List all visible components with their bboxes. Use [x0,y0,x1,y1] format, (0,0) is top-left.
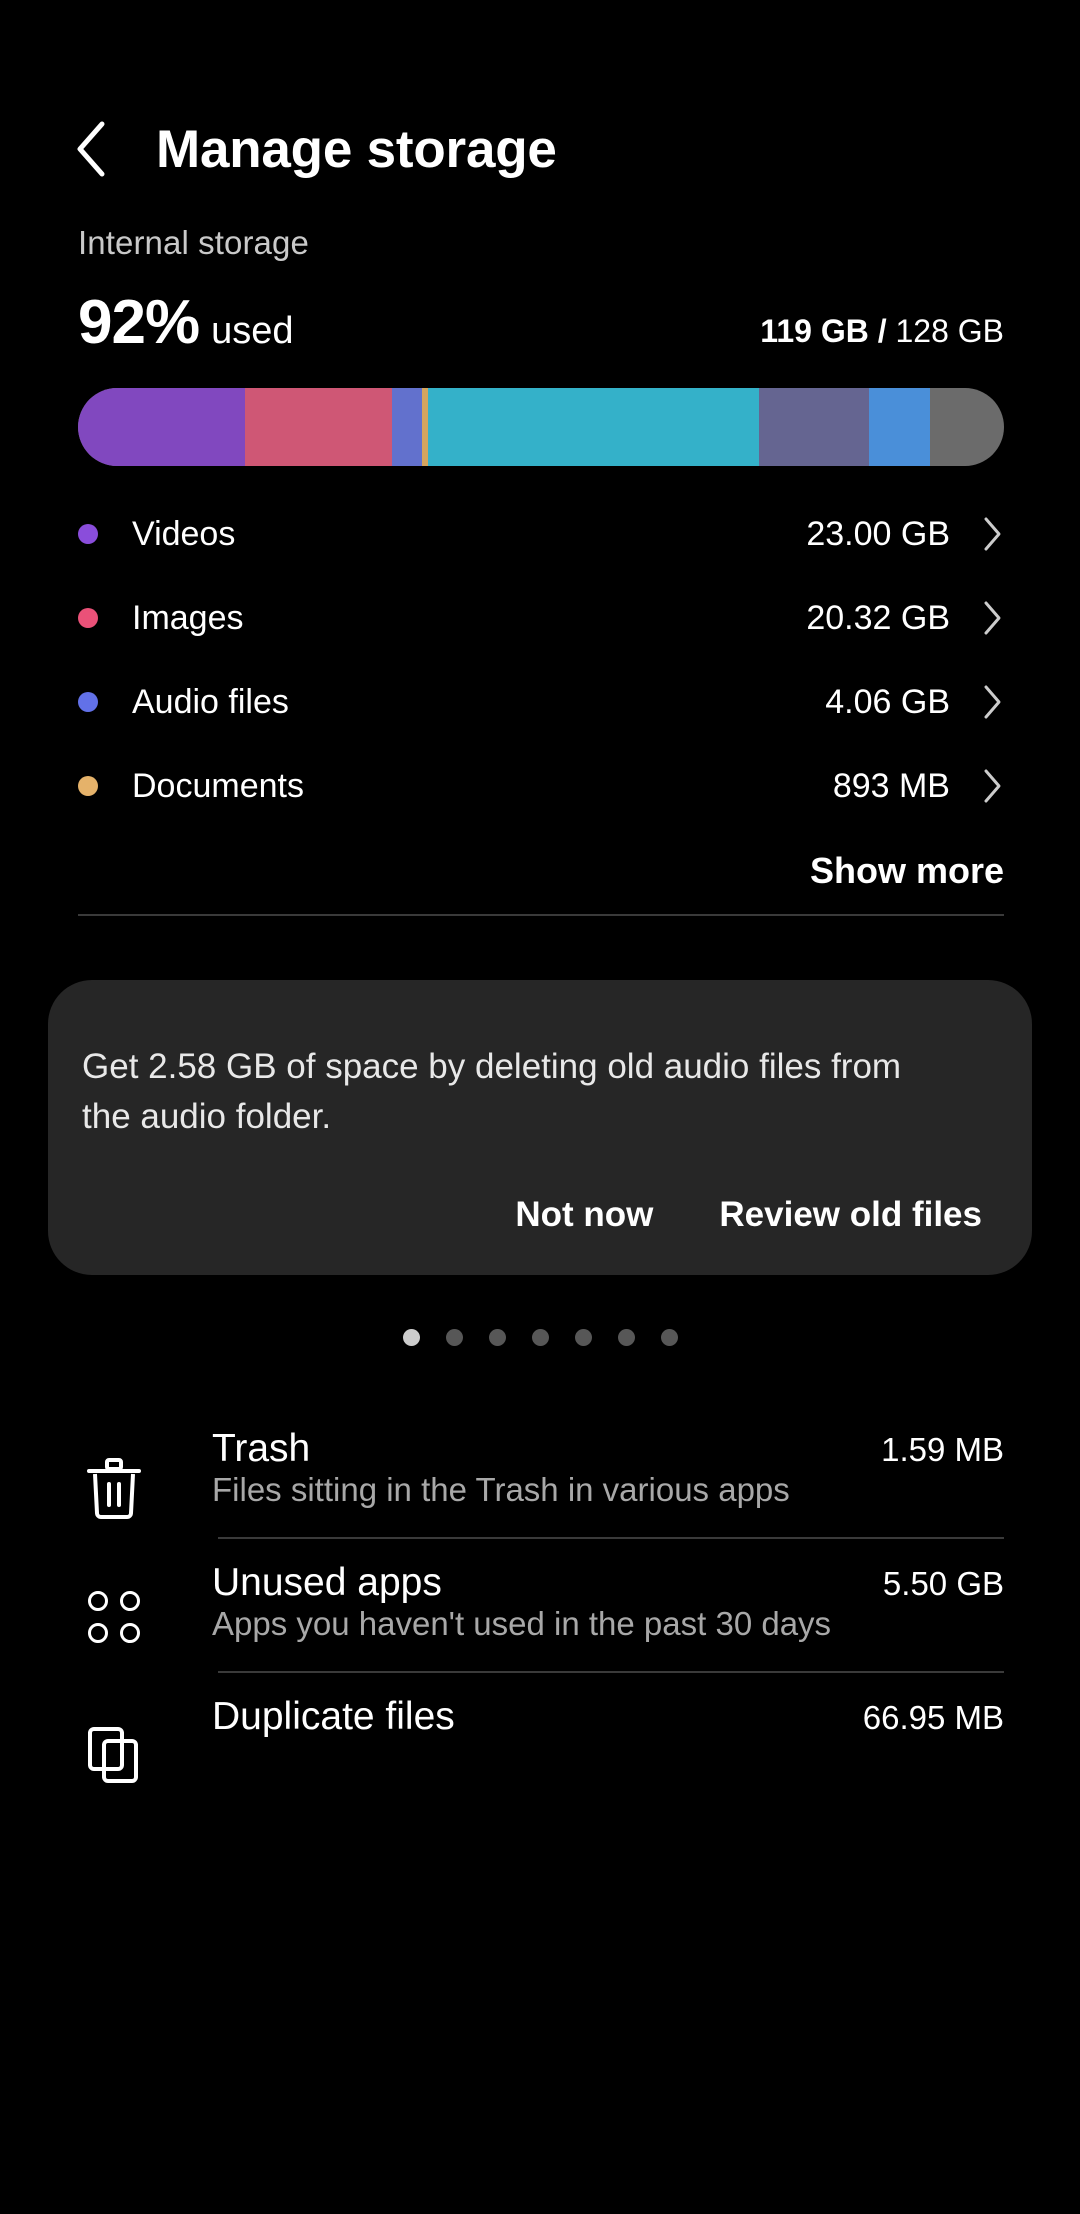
legend-size: 4.06 GB [825,682,950,721]
chevron-right-icon[interactable] [960,683,1004,721]
app-bar: Manage storage [0,0,1080,200]
legend-size: 893 MB [832,766,950,805]
suggestion-actions: Not now Review old files [82,1195,998,1235]
legend-row[interactable]: Videos 23.00 GB [78,492,1004,576]
list-item-top: Duplicate files 66.95 MB [212,1695,1004,1739]
usage-used-word: used [211,310,294,352]
usage-bar-segment [244,388,392,466]
pager-dot[interactable] [488,1328,506,1346]
list-item[interactable]: Duplicate files 66.95 MB [78,1673,1080,1785]
storage-tools-list: Trash 1.59 MB Files sitting in the Trash i… [0,1405,1080,1785]
duplicate-files-icon [88,1727,138,1784]
pager-dot[interactable] [531,1328,549,1346]
list-item-icon [78,1427,150,1520]
legend-color-dot [78,776,98,796]
legend-color-dot [78,608,98,628]
list-item-icon [78,1695,150,1785]
list-item-size: 66.95 MB [862,1699,1004,1737]
list-item-top: Trash 1.59 MB [212,1427,1004,1471]
usage-bar-segment [868,388,930,466]
suggestion-card[interactable]: Get 2.58 GB of space by deleting old aud… [48,980,1032,1276]
pager-dot[interactable] [402,1328,420,1346]
pager-dot[interactable] [574,1328,592,1346]
carousel-pager [0,1317,1080,1357]
summary-divider [78,914,1004,916]
usage-percent-value: 92% [78,288,200,357]
usage-capacity: 119 GB / 128 GB [760,313,1004,354]
page-title: Manage storage [156,119,557,179]
pager-dot[interactable] [445,1328,463,1346]
not-now-button[interactable]: Not now [515,1195,653,1235]
storage-usage-bar [78,388,1004,466]
suggestion-card-area: Get 2.58 GB of space by deleting old aud… [0,980,1080,1276]
usage-bar-segment [78,388,245,466]
list-item[interactable]: Unused apps 5.50 GB Apps you haven't used … [78,1539,1080,1671]
list-item-title: Duplicate files [212,1695,455,1739]
legend-label: Documents [132,766,304,805]
list-item[interactable]: Trash 1.59 MB Files sitting in the Trash i… [78,1405,1080,1537]
list-item-icon [78,1561,150,1644]
list-item-top: Unused apps 5.50 GB [212,1561,1004,1605]
list-item-body: Trash 1.59 MB Files sitting in the Trash i… [212,1427,1004,1537]
list-item-size: 1.59 MB [881,1431,1004,1469]
list-item-body: Duplicate files 66.95 MB [212,1695,1004,1767]
legend-size: 23.00 GB [806,514,950,553]
legend-color-dot [78,692,98,712]
list-item-subtitle: Files sitting in the Trash in various ap… [212,1471,790,1509]
show-more-row: Show more [78,850,1004,914]
usage-used-bytes: 119 GB / [760,313,896,349]
list-item-title: Trash [212,1427,311,1471]
internal-storage-label: Internal storage [78,224,309,261]
legend-color-dot [78,524,98,544]
legend-row[interactable]: Images 20.32 GB [78,576,1004,660]
legend-size: 20.32 GB [806,598,950,637]
usage-total-bytes: 128 GB [895,313,1004,349]
pager-dot[interactable] [660,1328,678,1346]
storage-summary: Internal storage 92% used 119 GB / 128 G… [0,224,1080,916]
list-item-subtitle: Apps you haven't used in the past 30 day… [212,1605,832,1643]
chevron-left-icon [77,121,105,177]
legend-label: Images [132,598,244,637]
usage-bar-segment [758,388,869,466]
usage-row: 92% used 119 GB / 128 GB [78,292,1004,354]
chevron-right-icon[interactable] [960,515,1004,553]
legend-row[interactable]: Audio files 4.06 GB [78,660,1004,744]
legend-row[interactable]: Documents 893 MB [78,744,1004,828]
legend-label: Videos [132,514,236,553]
chevron-right-icon[interactable] [960,767,1004,805]
list-item-title: Unused apps [212,1561,442,1605]
manage-storage-screen: Manage storage Internal storage 92% used… [0,0,1080,2214]
show-more-button[interactable]: Show more [810,850,1004,892]
four-dots-icon [88,1591,140,1644]
legend-label: Audio files [132,682,289,721]
usage-bar-segment [391,388,422,466]
usage-bar-segment [427,388,759,466]
usage-percent-group: 92% used [78,292,294,354]
review-old-files-button[interactable]: Review old files [719,1195,982,1235]
chevron-right-icon[interactable] [960,599,1004,637]
trash-icon [87,1458,141,1520]
back-button[interactable] [62,118,124,180]
list-item-body: Unused apps 5.50 GB Apps you haven't used … [212,1561,1004,1671]
list-item-size: 5.50 GB [882,1565,1004,1603]
pager-dot[interactable] [617,1328,635,1346]
storage-legend: Videos 23.00 GB Images 20.32 GB Audio files 4… [78,492,1004,828]
suggestion-text: Get 2.58 GB of space by deleting old aud… [82,1047,902,1136]
